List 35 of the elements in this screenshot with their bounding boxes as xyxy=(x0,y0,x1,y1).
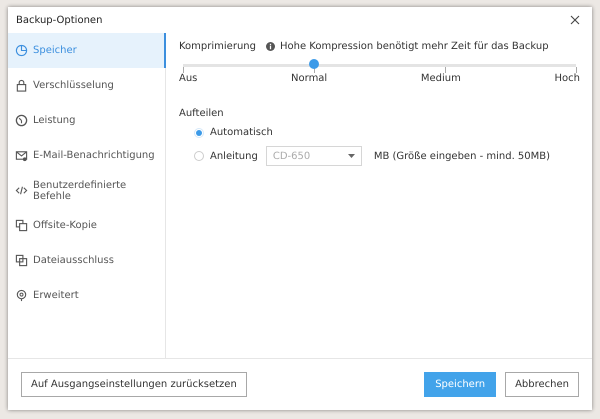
hint-text: MB (Größe eingeben - mind. 50MB) xyxy=(374,150,550,162)
slider-label: Medium xyxy=(420,73,461,84)
section-label: Aufteilen xyxy=(179,108,224,119)
slider-label: Hoch xyxy=(554,73,580,84)
sidebar-item-icon xyxy=(15,114,28,127)
info-icon xyxy=(266,42,275,51)
radio-label[interactable]: Anleitung xyxy=(210,150,258,162)
caret-icon xyxy=(348,154,355,158)
cancel-button[interactable]: Abbrechen xyxy=(505,372,579,397)
sidebar-item-icon xyxy=(15,149,28,162)
radio-label[interactable]: Automatisch xyxy=(210,127,273,138)
info-text: Hohe Kompression benötigt mehr Zeit für das Backup xyxy=(280,41,549,52)
sidebar-item-icon xyxy=(15,254,28,267)
slider-thumb[interactable] xyxy=(308,59,319,69)
close-icon[interactable] xyxy=(570,15,580,25)
slider-label: Normal xyxy=(291,73,328,84)
sidebar-item-icon xyxy=(15,79,28,92)
compression-slider[interactable] xyxy=(183,59,576,73)
window-title: Backup-Optionen xyxy=(16,14,102,26)
radio-button[interactable] xyxy=(194,128,204,138)
sidebar-item[interactable]: Verschlüsselung xyxy=(8,68,166,103)
radio-button[interactable] xyxy=(194,151,204,161)
sidebar-item[interactable]: Erweitert xyxy=(8,278,166,313)
sidebar-item[interactable]: E-Mail-Benachrichtigung xyxy=(8,138,166,173)
sidebar-item[interactable]: Dateiausschluss xyxy=(8,243,166,278)
sidebar-item-icon xyxy=(15,219,28,232)
sidebar-item[interactable]: Benutzerdefinierte Befehle xyxy=(8,173,166,208)
sidebar-item-icon xyxy=(15,289,28,302)
section-label: Komprimierung xyxy=(179,41,256,52)
reset-button[interactable]: Auf Ausgangseinstellungen zurücksetzen xyxy=(21,372,247,397)
slider-label: Aus xyxy=(179,73,198,84)
sidebar-item[interactable]: Offsite-Kopie xyxy=(8,208,166,243)
sidebar-item-icon xyxy=(15,184,28,197)
sidebar-item-icon xyxy=(15,44,28,57)
sidebar-item[interactable]: Leistung xyxy=(8,103,166,138)
